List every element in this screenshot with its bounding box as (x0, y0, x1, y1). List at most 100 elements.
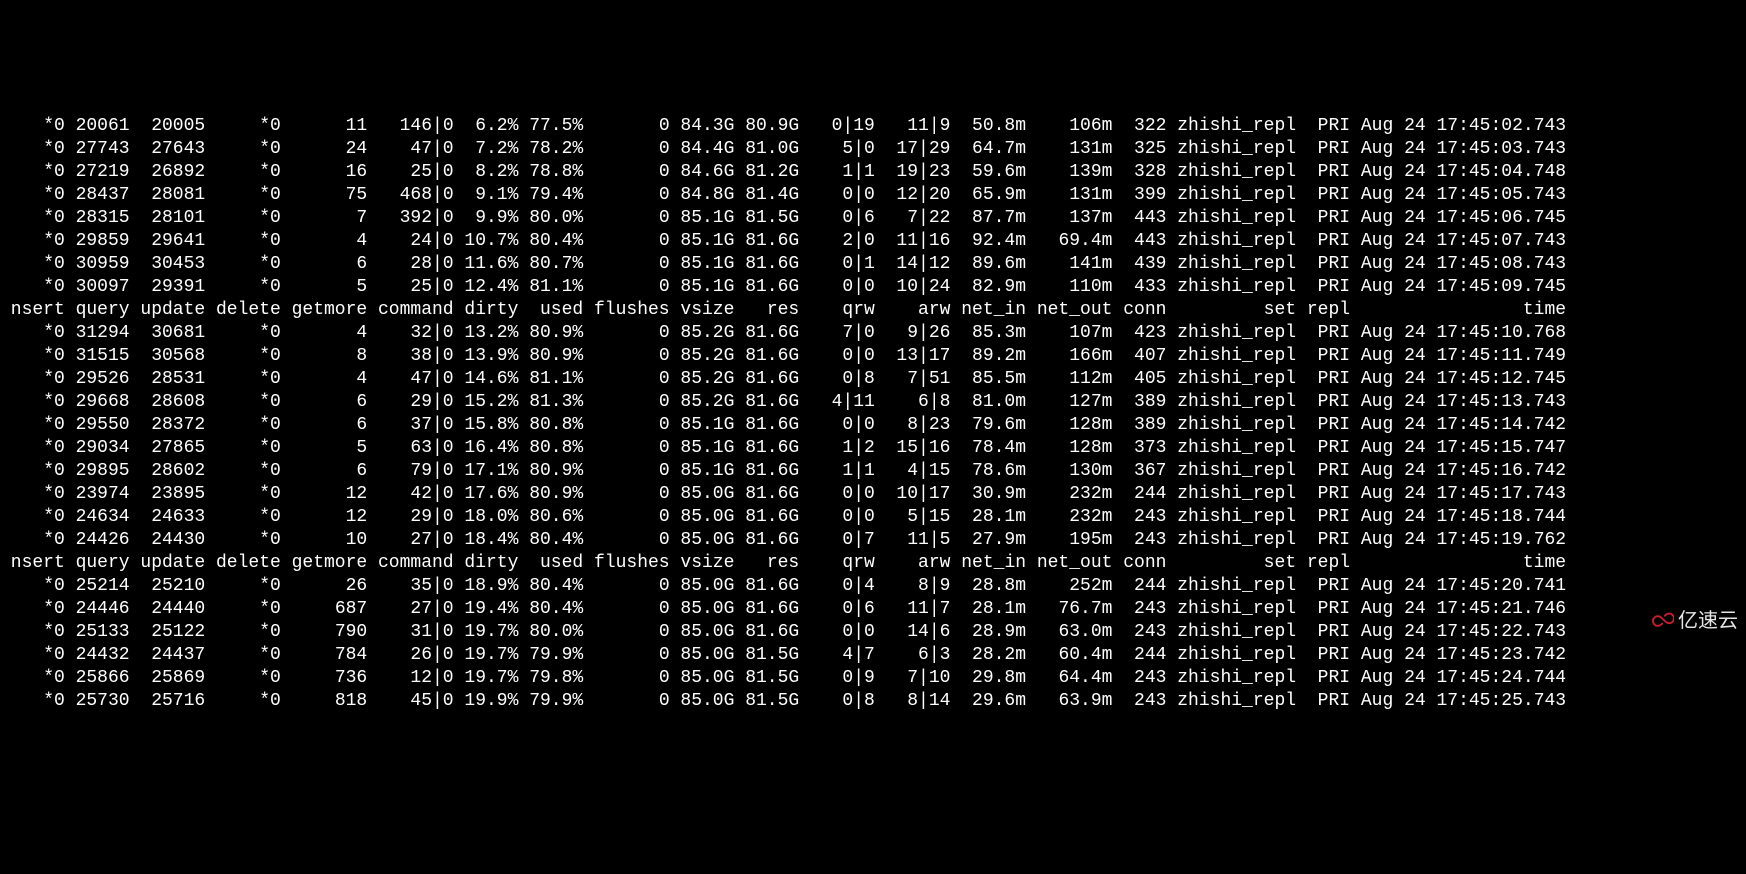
data-cell: 78.6m (950, 460, 1026, 483)
data-cell: 25|0 (367, 161, 453, 184)
data-cell: 81.5G (734, 690, 799, 713)
data-cell: zhishi_repl (1166, 368, 1296, 391)
data-cell: 25869 (130, 667, 206, 690)
data-cell: 81.5G (734, 667, 799, 690)
data-cell: 59.6m (950, 161, 1026, 184)
data-cell: 85.1G (670, 276, 735, 299)
data-cell: 80.8% (518, 437, 583, 460)
data-row: *02903427865*0563|016.4%80.8%085.1G81.6G… (0, 437, 1746, 460)
data-cell: 127m (1026, 391, 1112, 414)
data-cell: 92.4m (950, 230, 1026, 253)
data-cell: 81.6G (734, 621, 799, 644)
data-cell: 79.4% (518, 184, 583, 207)
data-cell: Aug 24 17:45:11.749 (1350, 345, 1566, 368)
data-cell: 0|0 (799, 483, 875, 506)
data-cell: *0 (205, 644, 281, 667)
data-row: *02843728081*075468|09.1%79.4%084.8G81.4… (0, 184, 1746, 207)
data-cell: *0 (0, 184, 65, 207)
data-cell: 16.4% (454, 437, 519, 460)
data-cell: *0 (0, 598, 65, 621)
data-cell: *0 (205, 437, 281, 460)
data-cell: PRI (1296, 138, 1350, 161)
data-cell: *0 (0, 621, 65, 644)
header-cell: qrw (799, 299, 875, 322)
data-cell: *0 (0, 483, 65, 506)
data-cell: 11|16 (875, 230, 951, 253)
data-cell: 64.4m (1026, 667, 1112, 690)
data-cell: 79.8% (518, 667, 583, 690)
data-cell: Aug 24 17:45:02.743 (1350, 115, 1566, 138)
data-cell: 106m (1026, 115, 1112, 138)
data-cell: 26 (281, 575, 367, 598)
data-cell: 24437 (130, 644, 206, 667)
data-cell: 8|9 (875, 575, 951, 598)
data-cell: 243 (1112, 667, 1166, 690)
data-cell: *0 (0, 667, 65, 690)
data-cell: 85.0G (670, 621, 735, 644)
data-cell: 63.0m (1026, 621, 1112, 644)
data-cell: PRI (1296, 184, 1350, 207)
data-cell: PRI (1296, 690, 1350, 713)
data-cell: *0 (0, 138, 65, 161)
data-cell: 24|0 (367, 230, 453, 253)
watermark-text: 亿速云 (1678, 610, 1738, 633)
header-cell: dirty (454, 552, 519, 575)
data-cell: 325 (1112, 138, 1166, 161)
data-cell: 25716 (130, 690, 206, 713)
data-cell: 244 (1112, 644, 1166, 667)
data-cell: Aug 24 17:45:06.745 (1350, 207, 1566, 230)
data-cell: Aug 24 17:45:22.743 (1350, 621, 1566, 644)
data-cell: 11|9 (875, 115, 951, 138)
header-cell: nsert (0, 552, 65, 575)
data-cell: 8 (281, 345, 367, 368)
header-cell: set (1166, 299, 1296, 322)
data-cell: *0 (0, 368, 65, 391)
data-cell: 85.2G (670, 345, 735, 368)
data-cell: 19.4% (454, 598, 519, 621)
data-cell: *0 (205, 138, 281, 161)
data-cell: 243 (1112, 529, 1166, 552)
data-cell: 23974 (65, 483, 130, 506)
data-cell: 790 (281, 621, 367, 644)
data-cell: 28|0 (367, 253, 453, 276)
data-cell: PRI (1296, 253, 1350, 276)
data-cell: 0 (583, 460, 669, 483)
data-cell: *0 (205, 460, 281, 483)
header-cell: res (734, 552, 799, 575)
header-cell: getmore (281, 299, 367, 322)
data-cell: Aug 24 17:45:16.742 (1350, 460, 1566, 483)
data-cell: 373 (1112, 437, 1166, 460)
data-cell: 27743 (65, 138, 130, 161)
data-cell: 81.6G (734, 460, 799, 483)
data-row: *03095930453*0628|011.6%80.7%085.1G81.6G… (0, 253, 1746, 276)
data-cell: zhishi_repl (1166, 345, 1296, 368)
data-cell: *0 (0, 506, 65, 529)
data-cell: 784 (281, 644, 367, 667)
data-cell: PRI (1296, 276, 1350, 299)
data-row: *02952628531*0447|014.6%81.1%085.2G81.6G… (0, 368, 1746, 391)
data-cell: *0 (0, 345, 65, 368)
data-cell: 26|0 (367, 644, 453, 667)
header-cell: time (1350, 552, 1566, 575)
header-cell: getmore (281, 552, 367, 575)
data-cell: 31|0 (367, 621, 453, 644)
data-cell: 0 (583, 506, 669, 529)
data-cell: 25214 (65, 575, 130, 598)
data-cell: 81.5G (734, 644, 799, 667)
data-cell: 19|23 (875, 161, 951, 184)
data-cell: 7.2% (454, 138, 519, 161)
data-cell: 0|8 (799, 690, 875, 713)
data-cell: *0 (205, 276, 281, 299)
data-cell: 18.4% (454, 529, 519, 552)
data-cell: PRI (1296, 345, 1350, 368)
header-cell: delete (205, 299, 281, 322)
data-cell: 4|15 (875, 460, 951, 483)
data-cell: zhishi_repl (1166, 207, 1296, 230)
data-cell: 82.9m (950, 276, 1026, 299)
data-cell: *0 (0, 161, 65, 184)
data-cell: 736 (281, 667, 367, 690)
data-cell: 367 (1112, 460, 1166, 483)
data-cell: 27865 (130, 437, 206, 460)
data-cell: 28602 (130, 460, 206, 483)
data-cell: 252m (1026, 575, 1112, 598)
